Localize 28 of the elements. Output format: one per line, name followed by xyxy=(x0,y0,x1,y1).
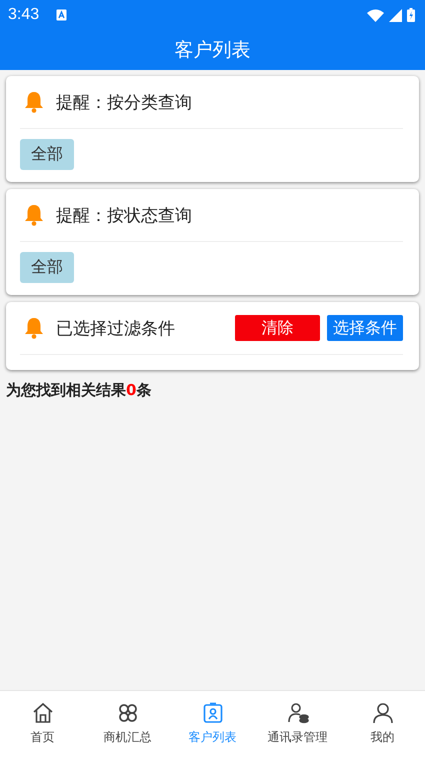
battery-icon xyxy=(407,8,415,22)
result-text: 条 xyxy=(136,381,152,399)
wifi-icon xyxy=(367,8,384,22)
result-text: 为您找到相关结果 xyxy=(6,381,126,399)
bell-icon xyxy=(24,204,44,226)
card-title: 提醒：按分类查询 xyxy=(56,92,192,114)
choose-button[interactable]: 选择条件 xyxy=(327,315,403,341)
filter-option[interactable]: 全部 xyxy=(20,252,74,283)
user-icon xyxy=(372,702,394,724)
notification-icon xyxy=(56,9,68,21)
nav-tab[interactable]: 商机汇总 xyxy=(85,691,170,757)
clover-icon xyxy=(116,702,138,724)
result-count: 0 xyxy=(126,381,136,399)
nav-tab[interactable]: 首页 xyxy=(0,691,85,757)
nav-tab[interactable]: 我的 xyxy=(340,691,425,757)
card-title: 已选择过滤条件 xyxy=(56,318,175,340)
card-title: 提醒：按状态查询 xyxy=(56,204,192,226)
signal-icon xyxy=(389,8,402,22)
filter-option[interactable]: 全部 xyxy=(20,139,74,170)
status-time: 3:43 xyxy=(8,6,40,24)
bell-icon xyxy=(24,91,44,113)
id-badge-icon xyxy=(202,702,224,724)
nav-tab[interactable]: 通讯录管理 xyxy=(255,691,340,757)
clear-button[interactable]: 清除 xyxy=(235,315,320,341)
page-title: 客户列表 xyxy=(174,38,252,63)
person-coin-icon xyxy=(286,702,308,724)
home-icon xyxy=(32,702,54,724)
bell-icon xyxy=(24,317,44,339)
